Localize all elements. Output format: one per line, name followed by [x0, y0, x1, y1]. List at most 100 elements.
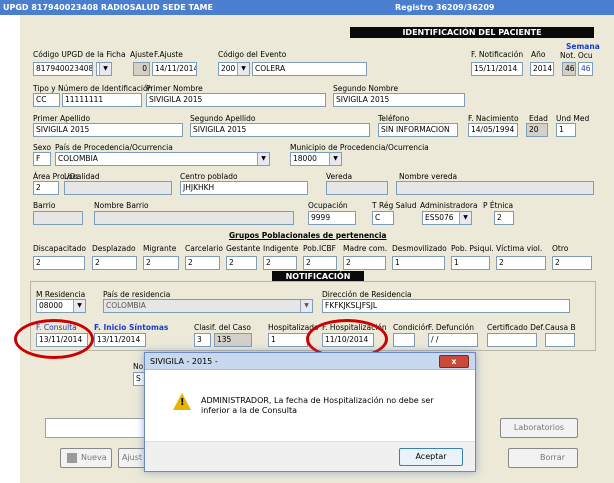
label-causa-b: Causa B [545, 323, 576, 332]
hospitalizado-field[interactable]: 1 [268, 333, 308, 347]
grupo-pob-psiqui-field[interactable]: 1 [451, 256, 490, 270]
label-grupo-pob-psiqui: Pob. Psiqui. [451, 244, 494, 253]
label-grupo-otro: Otro [552, 244, 569, 253]
label-clasif: Clasif. del Caso [194, 323, 251, 332]
f-defuncion-field[interactable]: / / [428, 333, 478, 347]
pais-residencia-select[interactable]: COLOMBIA ▼ [103, 299, 313, 313]
administradora-select[interactable]: ESS076 ▼ [422, 211, 472, 225]
num-id-field[interactable]: 11111111 [62, 93, 142, 107]
ajuste-button[interactable]: Ajust [118, 448, 146, 468]
dialog-titlebar: SIVIGILA - 2015 - [145, 353, 475, 370]
nombre-vereda-field[interactable] [396, 181, 594, 195]
vereda-field[interactable] [326, 181, 388, 195]
highlight-oval-f-consulta [14, 319, 94, 359]
label-segundo-apellido: Segundo Apellido [190, 114, 256, 123]
grupo-gestante-field[interactable]: 2 [226, 256, 257, 270]
clasif-value-field: 135 [214, 333, 252, 347]
nombre-barrio-field[interactable] [94, 211, 294, 225]
label-grupo-indigente: Indigente [263, 244, 299, 253]
label-codigo-upgd: Código UPGD de la Ficha [33, 50, 126, 59]
anio-field[interactable]: 2014 [530, 62, 554, 76]
aceptar-button[interactable]: Aceptar [399, 448, 463, 466]
label-grupo-madre-com: Madre com. [343, 244, 388, 253]
tipo-id-field[interactable]: CC [33, 93, 60, 107]
semana-not-field: 46 [562, 62, 576, 76]
causa-b-field[interactable] [545, 333, 575, 347]
telefono-field[interactable]: SIN INFORMACION [378, 123, 458, 137]
codigo-upgd-field[interactable]: 817940023408 [33, 62, 93, 76]
alert-dialog: SIVIGILA - 2015 - x ! ADMINISTRADOR, La … [144, 352, 476, 472]
evento-name-field[interactable]: COLERA [252, 62, 367, 76]
grupo-desmovilizado-field[interactable]: 1 [392, 256, 445, 270]
dialog-footer: Aceptar [145, 441, 475, 471]
label-grupo-discapacitado: Discapacitado [33, 244, 86, 253]
und-med-field[interactable]: 1 [556, 123, 576, 137]
pais-proc-select[interactable]: COLOMBIA ▼ [55, 152, 270, 166]
municipio-proc-select[interactable]: 18000 ▼ [290, 152, 342, 166]
barrio-field[interactable] [33, 211, 83, 225]
label-codigo-evento: Código del Evento [218, 50, 287, 59]
label-barrio: Barrio [33, 201, 56, 210]
primer-nombre-field[interactable]: SIVIGILA 2015 [146, 93, 326, 107]
grupo-madre-com-field[interactable]: 2 [343, 256, 386, 270]
label-semana: Semana [566, 42, 600, 51]
grupo-discapacitado-field[interactable]: 2 [33, 256, 85, 270]
label-f-defuncion: F. Defunción [428, 323, 474, 332]
label-grupo-migrante: Migrante [143, 244, 177, 253]
m-residencia-select[interactable]: 08000 ▼ [36, 299, 86, 313]
grupo-otro-field[interactable]: 2 [552, 256, 592, 270]
grupo-migrante-field[interactable]: 2 [143, 256, 179, 270]
lower-textbox[interactable] [45, 418, 145, 438]
segundo-apellido-field[interactable]: SIVIGILA 2015 [190, 123, 370, 137]
localidad-field[interactable] [64, 181, 172, 195]
label-anio: Año [531, 50, 546, 59]
condicion-field[interactable] [393, 333, 415, 347]
chevron-down-icon: ▼ [459, 212, 471, 224]
chevron-down-icon: ▼ [329, 153, 341, 165]
label-grupo-gestante: Gestante [226, 244, 261, 253]
chevron-down-icon: ▼ [237, 63, 249, 75]
direccion-field[interactable]: FKFKJKSLJFSJL [322, 299, 570, 313]
label-f-inicio: F. Inicio Síntomas [94, 323, 169, 332]
laboratorios-button[interactable]: Laboratorios [500, 418, 578, 438]
label-f-ajuste: F.Ajuste [154, 50, 183, 59]
centro-poblado-field[interactable]: JHJKHKH [180, 181, 308, 195]
label-administradora: Administradora [420, 201, 478, 210]
nueva-button[interactable]: Nueva [60, 448, 112, 468]
close-button[interactable]: x [439, 355, 469, 368]
f-ajuste-field[interactable]: 14/11/2014 [152, 62, 197, 76]
sexo-field[interactable]: F [33, 152, 51, 166]
label-ajuste: Ajuste [130, 50, 154, 59]
label-pais-proc: País de Procedencia/Ocurrencia [55, 143, 173, 152]
label-p-etnica: P Étnica [483, 201, 514, 210]
borrar-button[interactable]: Borrar [508, 448, 578, 468]
label-und-med: Und Med [556, 114, 590, 123]
segundo-nombre-field[interactable]: SIVIGILA 2015 [333, 93, 465, 107]
grupo-indigente-field[interactable]: 2 [263, 256, 297, 270]
ocupacion-field[interactable]: 9999 [308, 211, 356, 225]
grupo-carcelario-field[interactable]: 2 [185, 256, 220, 270]
grupo-pob-icbf-field[interactable]: 2 [303, 256, 337, 270]
area-field[interactable]: 2 [33, 181, 59, 195]
registro-counter: Registro 36209/36209 [395, 3, 495, 12]
label-m-residencia: M Residencia [36, 290, 86, 299]
primer-apellido-field[interactable]: SIVIGILA 2015 [33, 123, 183, 137]
label-edad: Edad [529, 114, 548, 123]
cert-def-field[interactable] [487, 333, 537, 347]
grupo-desplazado-field[interactable]: 2 [92, 256, 137, 270]
grupo-victima-viol-field[interactable]: 2 [496, 256, 546, 270]
t-reg-salud-field[interactable]: C [372, 211, 394, 225]
evento-code-select[interactable]: 200 ▼ [218, 62, 250, 76]
clasif-code-field[interactable]: 3 [194, 333, 211, 347]
f-inicio-field[interactable]: 13/11/2014 [94, 333, 146, 347]
label-vereda: Vereda [326, 172, 353, 181]
label-f-notificacion: F. Notificación [471, 50, 524, 59]
ajuste-field[interactable]: 0 [133, 62, 150, 76]
codigo-upgd-dropdown[interactable]: ▼ [96, 62, 112, 76]
semana-ocu-field[interactable]: 46 [578, 62, 593, 76]
label-municipio-proc: Municipio de Procedencia/Ocurrencia [290, 143, 429, 152]
f-nacimiento-field[interactable]: 14/05/1994 [468, 123, 518, 137]
f-notificacion-field[interactable]: 15/11/2014 [471, 62, 523, 76]
p-etnica-field[interactable]: 2 [494, 211, 514, 225]
label-localidad: Localidad [64, 172, 100, 181]
